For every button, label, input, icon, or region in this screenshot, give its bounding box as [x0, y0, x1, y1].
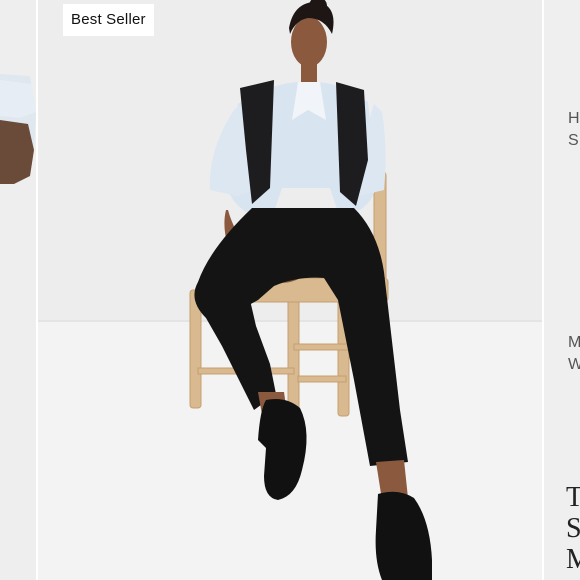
- carousel-slide-next[interactable]: H S M W T S M: [544, 0, 580, 580]
- product-carousel[interactable]: Best Seller H S M W T S M: [0, 0, 580, 580]
- best-seller-badge: Best Seller: [63, 4, 154, 36]
- product-image[interactable]: [38, 0, 542, 580]
- carousel-slide-previous[interactable]: [0, 0, 36, 580]
- carousel-slide-main[interactable]: Best Seller: [38, 0, 542, 580]
- next-slide-text-middle: M W: [568, 334, 580, 373]
- prev-slide-image: [0, 74, 36, 184]
- next-slide-heading: T S M: [566, 482, 580, 575]
- next-slide-text-top: H S: [568, 110, 580, 149]
